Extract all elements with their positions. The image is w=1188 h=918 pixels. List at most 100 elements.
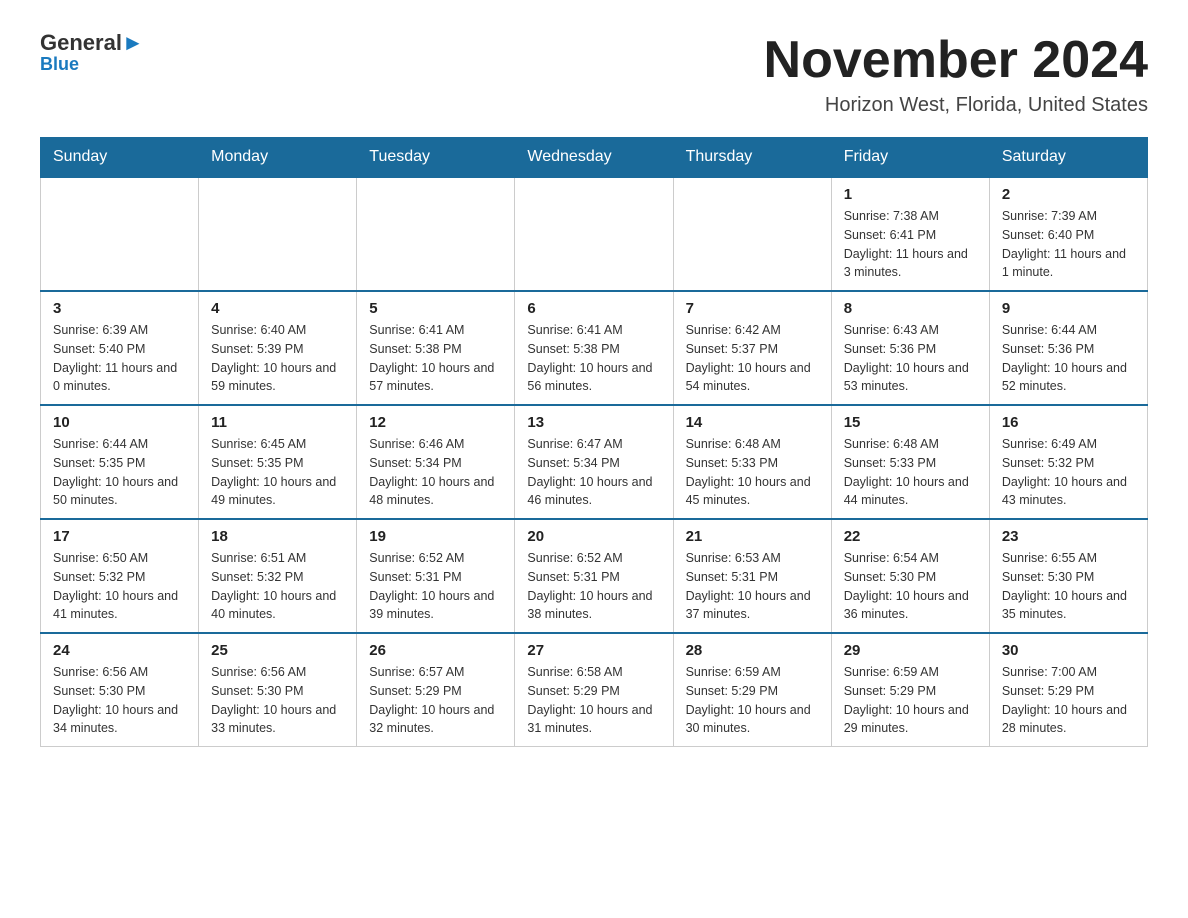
week-row-3: 10 Sunrise: 6:44 AMSunset: 5:35 PMDayligh…: [41, 405, 1148, 519]
day-number: 26: [369, 642, 502, 659]
day-info: Sunrise: 6:56 AMSunset: 5:30 PMDaylight:…: [53, 663, 186, 738]
calendar-cell: 15 Sunrise: 6:48 AMSunset: 5:33 PMDayligh…: [831, 405, 989, 519]
logo: General► Blue: [40, 30, 144, 75]
day-number: 22: [844, 528, 977, 545]
calendar-cell: [673, 177, 831, 291]
day-number: 6: [527, 300, 660, 317]
day-number: 2: [1002, 186, 1135, 203]
weekday-header-row: SundayMondayTuesdayWednesdayThursdayFrid…: [41, 138, 1148, 178]
calendar-cell: 5Sunrise: 6:41 AMSunset: 5:38 PMDaylight…: [357, 291, 515, 405]
day-info: Sunrise: 6:54 AMSunset: 5:30 PMDaylight:…: [844, 549, 977, 624]
weekday-header-saturday: Saturday: [989, 138, 1147, 178]
day-info: Sunrise: 6:48 AMSunset: 5:33 PMDaylight:…: [686, 435, 819, 510]
day-number: 16: [1002, 414, 1135, 431]
weekday-header-wednesday: Wednesday: [515, 138, 673, 178]
calendar-cell: 17 Sunrise: 6:50 AMSunset: 5:32 PMDayligh…: [41, 519, 199, 633]
calendar-cell: 22 Sunrise: 6:54 AMSunset: 5:30 PMDayligh…: [831, 519, 989, 633]
day-info: Sunrise: 6:41 AMSunset: 5:38 PMDaylight:…: [527, 321, 660, 396]
calendar-cell: 27Sunrise: 6:58 AMSunset: 5:29 PMDayligh…: [515, 633, 673, 747]
calendar-cell: 3 Sunrise: 6:39 AMSunset: 5:40 PMDaylight…: [41, 291, 199, 405]
calendar-cell: [357, 177, 515, 291]
day-info: Sunrise: 6:59 AMSunset: 5:29 PMDaylight:…: [686, 663, 819, 738]
logo-triangle-icon: ►: [122, 30, 144, 55]
day-info: Sunrise: 6:39 AMSunset: 5:40 PMDaylight:…: [53, 321, 186, 396]
day-number: 12: [369, 414, 502, 431]
day-info: Sunrise: 6:59 AMSunset: 5:29 PMDaylight:…: [844, 663, 977, 738]
calendar-cell: 30 Sunrise: 7:00 AMSunset: 5:29 PMDayligh…: [989, 633, 1147, 747]
calendar-cell: 6 Sunrise: 6:41 AMSunset: 5:38 PMDaylight…: [515, 291, 673, 405]
calendar-cell: [41, 177, 199, 291]
day-info: Sunrise: 6:43 AMSunset: 5:36 PMDaylight:…: [844, 321, 977, 396]
day-number: 20: [527, 528, 660, 545]
weekday-header-tuesday: Tuesday: [357, 138, 515, 178]
calendar-cell: 2Sunrise: 7:39 AMSunset: 6:40 PMDaylight…: [989, 177, 1147, 291]
calendar-cell: 28 Sunrise: 6:59 AMSunset: 5:29 PMDayligh…: [673, 633, 831, 747]
day-info: Sunrise: 6:52 AMSunset: 5:31 PMDaylight:…: [369, 549, 502, 624]
day-info: Sunrise: 6:52 AMSunset: 5:31 PMDaylight:…: [527, 549, 660, 624]
calendar-subtitle: Horizon West, Florida, United States: [764, 94, 1148, 117]
day-info: Sunrise: 6:44 AMSunset: 5:35 PMDaylight:…: [53, 435, 186, 510]
day-number: 10: [53, 414, 186, 431]
title-area: November 2024 Horizon West, Florida, Uni…: [764, 30, 1148, 117]
day-info: Sunrise: 6:44 AMSunset: 5:36 PMDaylight:…: [1002, 321, 1135, 396]
calendar-cell: 21Sunrise: 6:53 AMSunset: 5:31 PMDayligh…: [673, 519, 831, 633]
week-row-5: 24 Sunrise: 6:56 AMSunset: 5:30 PMDayligh…: [41, 633, 1148, 747]
day-number: 9: [1002, 300, 1135, 317]
calendar-cell: 13 Sunrise: 6:47 AMSunset: 5:34 PMDayligh…: [515, 405, 673, 519]
day-number: 17: [53, 528, 186, 545]
calendar-cell: 25 Sunrise: 6:56 AMSunset: 5:30 PMDayligh…: [199, 633, 357, 747]
weekday-header-sunday: Sunday: [41, 138, 199, 178]
day-info: Sunrise: 6:46 AMSunset: 5:34 PMDaylight:…: [369, 435, 502, 510]
calendar-cell: 23Sunrise: 6:55 AMSunset: 5:30 PMDayligh…: [989, 519, 1147, 633]
day-info: Sunrise: 6:48 AMSunset: 5:33 PMDaylight:…: [844, 435, 977, 510]
day-number: 30: [1002, 642, 1135, 659]
day-number: 28: [686, 642, 819, 659]
calendar-cell: 29 Sunrise: 6:59 AMSunset: 5:29 PMDayligh…: [831, 633, 989, 747]
day-info: Sunrise: 6:50 AMSunset: 5:32 PMDaylight:…: [53, 549, 186, 624]
day-info: Sunrise: 6:47 AMSunset: 5:34 PMDaylight:…: [527, 435, 660, 510]
weekday-header-thursday: Thursday: [673, 138, 831, 178]
day-info: Sunrise: 6:56 AMSunset: 5:30 PMDaylight:…: [211, 663, 344, 738]
calendar-cell: 4Sunrise: 6:40 AMSunset: 5:39 PMDaylight…: [199, 291, 357, 405]
day-number: 14: [686, 414, 819, 431]
day-number: 7: [686, 300, 819, 317]
day-info: Sunrise: 6:45 AMSunset: 5:35 PMDaylight:…: [211, 435, 344, 510]
day-info: Sunrise: 6:40 AMSunset: 5:39 PMDaylight:…: [211, 321, 344, 396]
day-info: Sunrise: 6:53 AMSunset: 5:31 PMDaylight:…: [686, 549, 819, 624]
calendar-cell: 9 Sunrise: 6:44 AMSunset: 5:36 PMDaylight…: [989, 291, 1147, 405]
calendar-title: November 2024: [764, 30, 1148, 90]
day-info: Sunrise: 7:38 AMSunset: 6:41 PMDaylight:…: [844, 207, 977, 282]
calendar-cell: 11 Sunrise: 6:45 AMSunset: 5:35 PMDayligh…: [199, 405, 357, 519]
page-header: General► Blue November 2024 Horizon West…: [40, 30, 1148, 117]
calendar-cell: 1 Sunrise: 7:38 AMSunset: 6:41 PMDaylight…: [831, 177, 989, 291]
day-info: Sunrise: 7:00 AMSunset: 5:29 PMDaylight:…: [1002, 663, 1135, 738]
day-number: 3: [53, 300, 186, 317]
calendar-cell: 16 Sunrise: 6:49 AMSunset: 5:32 PMDayligh…: [989, 405, 1147, 519]
calendar-cell: 24 Sunrise: 6:56 AMSunset: 5:30 PMDayligh…: [41, 633, 199, 747]
calendar-cell: 19 Sunrise: 6:52 AMSunset: 5:31 PMDayligh…: [357, 519, 515, 633]
calendar-cell: [515, 177, 673, 291]
calendar-cell: [199, 177, 357, 291]
logo-text: General►: [40, 30, 144, 56]
day-number: 19: [369, 528, 502, 545]
day-number: 27: [527, 642, 660, 659]
calendar-cell: 18 Sunrise: 6:51 AMSunset: 5:32 PMDayligh…: [199, 519, 357, 633]
calendar-table: SundayMondayTuesdayWednesdayThursdayFrid…: [40, 137, 1148, 747]
day-number: 15: [844, 414, 977, 431]
week-row-1: 1 Sunrise: 7:38 AMSunset: 6:41 PMDaylight…: [41, 177, 1148, 291]
calendar-cell: 12 Sunrise: 6:46 AMSunset: 5:34 PMDayligh…: [357, 405, 515, 519]
day-number: 11: [211, 414, 344, 431]
day-number: 13: [527, 414, 660, 431]
day-info: Sunrise: 6:55 AMSunset: 5:30 PMDaylight:…: [1002, 549, 1135, 624]
day-info: Sunrise: 6:49 AMSunset: 5:32 PMDaylight:…: [1002, 435, 1135, 510]
calendar-cell: 26Sunrise: 6:57 AMSunset: 5:29 PMDayligh…: [357, 633, 515, 747]
day-number: 25: [211, 642, 344, 659]
week-row-2: 3 Sunrise: 6:39 AMSunset: 5:40 PMDaylight…: [41, 291, 1148, 405]
day-info: Sunrise: 6:41 AMSunset: 5:38 PMDaylight:…: [369, 321, 502, 396]
day-info: Sunrise: 6:51 AMSunset: 5:32 PMDaylight:…: [211, 549, 344, 624]
day-number: 24: [53, 642, 186, 659]
day-number: 8: [844, 300, 977, 317]
day-number: 1: [844, 186, 977, 203]
day-number: 29: [844, 642, 977, 659]
day-number: 18: [211, 528, 344, 545]
